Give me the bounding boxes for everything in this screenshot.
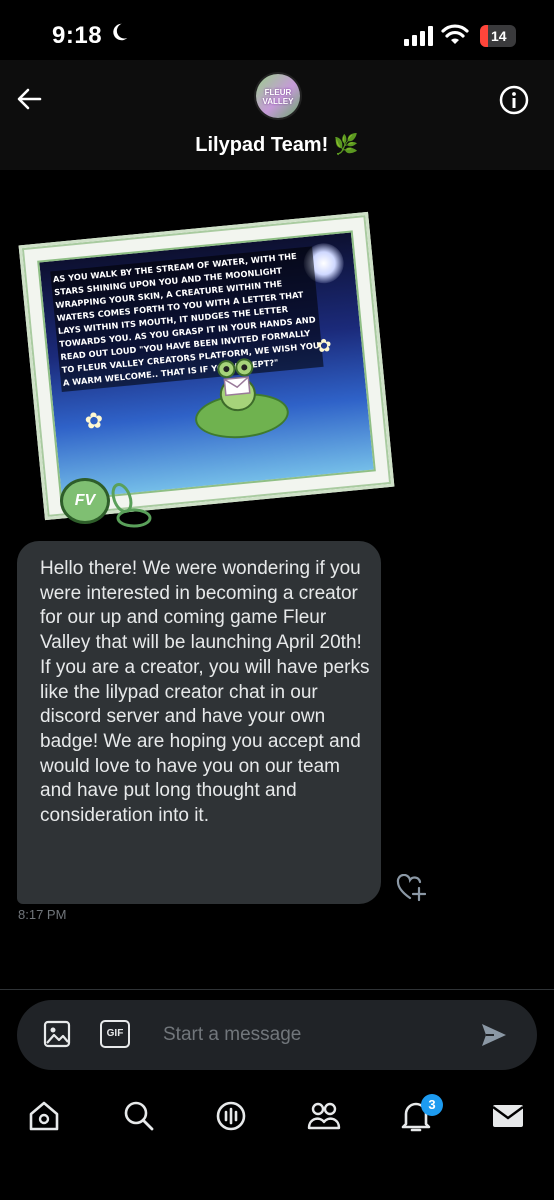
message-input[interactable] bbox=[163, 1022, 463, 1048]
add-image-icon[interactable] bbox=[42, 1019, 72, 1049]
message-text: Hello there! We were wondering if you we… bbox=[40, 558, 370, 827]
cellular-signal-icon bbox=[404, 26, 433, 46]
gif-button[interactable]: GIF bbox=[100, 1020, 130, 1048]
invitation-card-image[interactable]: As you walk by the stream of water, with… bbox=[18, 211, 395, 521]
messages-envelope-icon[interactable] bbox=[490, 1098, 526, 1134]
add-reaction-heart-icon[interactable] bbox=[396, 874, 426, 902]
communities-icon[interactable] bbox=[306, 1098, 342, 1134]
do-not-disturb-moon-icon bbox=[113, 23, 128, 41]
notifications-badge: 3 bbox=[421, 1094, 443, 1116]
card-story-text: As you walk by the stream of water, with… bbox=[50, 246, 324, 392]
wifi-icon bbox=[441, 24, 469, 44]
battery-percent: 14 bbox=[491, 28, 507, 44]
status-time: 9:18 bbox=[52, 22, 103, 49]
frog-with-letter-icon bbox=[217, 358, 256, 412]
water-lily-flower-icon: ✿ bbox=[83, 407, 105, 434]
home-icon[interactable] bbox=[26, 1098, 62, 1134]
water-lily-flower-icon: ✿ bbox=[315, 334, 333, 357]
composer-divider bbox=[0, 989, 554, 990]
send-icon[interactable] bbox=[480, 1022, 508, 1048]
search-icon[interactable] bbox=[121, 1098, 157, 1134]
battery-level bbox=[480, 25, 488, 47]
message-timestamp: 8:17 PM bbox=[18, 907, 67, 922]
ribbon-bow-icon bbox=[111, 483, 152, 528]
card-scene: As you walk by the stream of water, with… bbox=[37, 230, 376, 502]
avatar-logo-text: FLEUR VALLEY bbox=[262, 88, 294, 106]
conversation-title[interactable]: Lilypad Team! 🌿 bbox=[0, 132, 554, 157]
back-arrow-icon[interactable] bbox=[14, 84, 44, 114]
info-icon[interactable] bbox=[498, 84, 530, 116]
spaces-microphone-icon[interactable] bbox=[213, 1098, 249, 1134]
battery-indicator: 14 bbox=[480, 25, 516, 47]
